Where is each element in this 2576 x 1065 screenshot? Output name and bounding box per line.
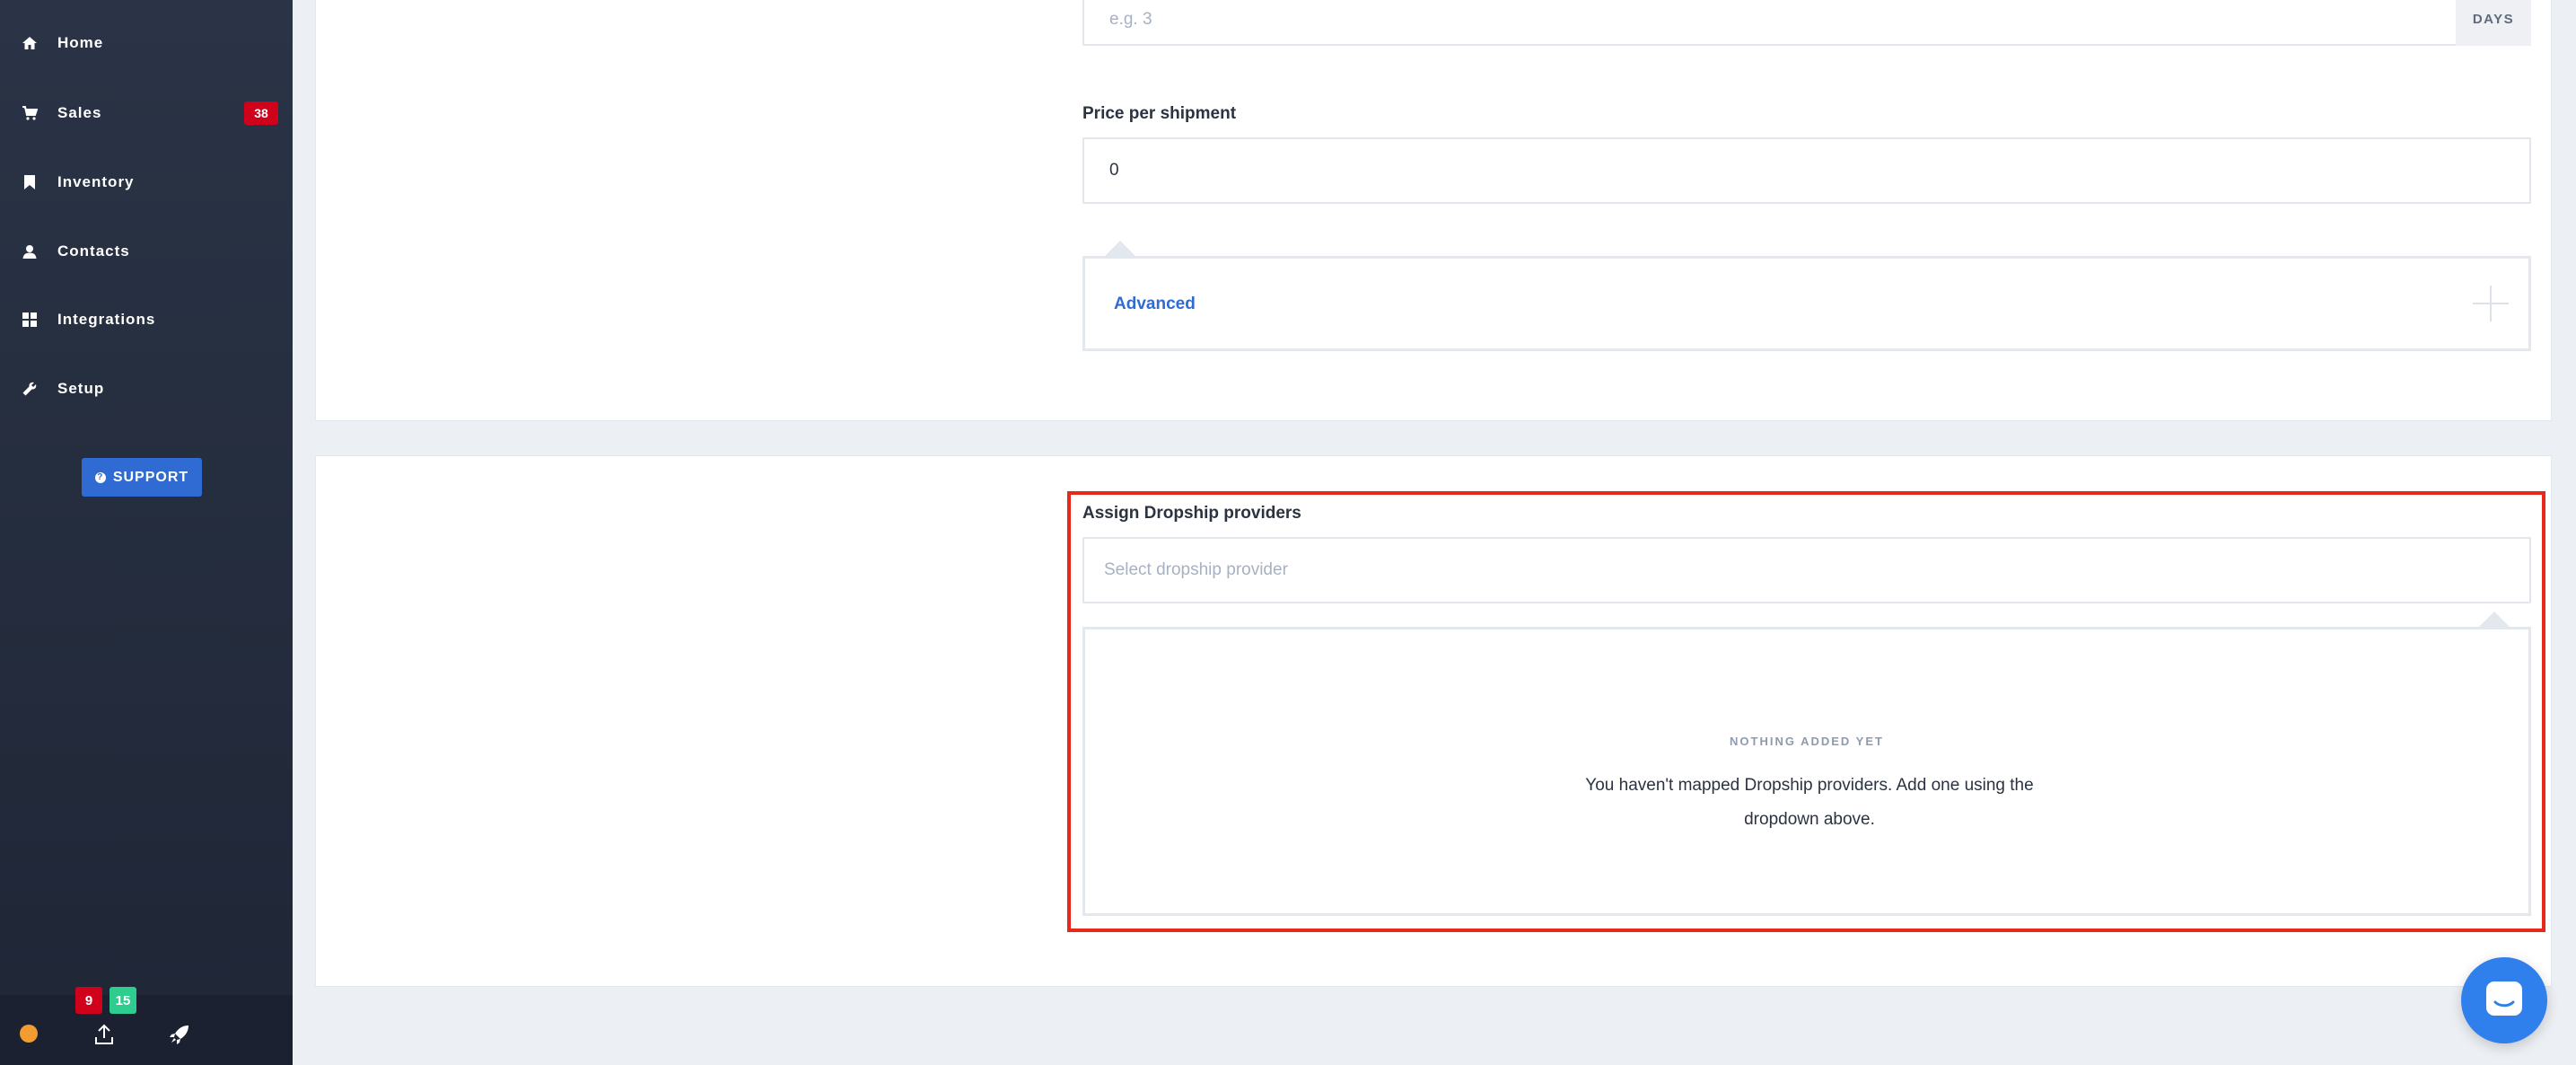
- upload-icon[interactable]: [92, 1023, 116, 1046]
- chat-launcher-button[interactable]: [2461, 957, 2547, 1043]
- rocket-icon[interactable]: [168, 1023, 191, 1046]
- price-per-shipment-label: Price per shipment: [1082, 104, 1237, 123]
- grid-icon: [20, 310, 39, 330]
- sidebar-item-label: Integrations: [57, 311, 156, 328]
- bookmark-icon: [20, 172, 39, 192]
- question-icon: ?: [94, 471, 106, 483]
- lead-time-input[interactable]: e.g. 3: [1082, 0, 2458, 46]
- sidebar-item-label: Setup: [57, 380, 105, 397]
- sidebar-item-label: Sales: [57, 104, 102, 121]
- sidebar-item-sales[interactable]: Sales 38: [0, 86, 293, 140]
- home-icon: [20, 33, 39, 53]
- days-addon: DAYS: [2456, 0, 2531, 46]
- sidebar-item-label: Contacts: [57, 242, 130, 260]
- cart-icon: [20, 103, 39, 123]
- advanced-toggle[interactable]: Advanced: [1082, 256, 2531, 351]
- shipping-settings-card: [315, 0, 2552, 421]
- sidebar-item-inventory[interactable]: Inventory: [0, 155, 293, 209]
- empty-state-title: NOTHING ADDED YET: [1730, 735, 1884, 748]
- chat-icon: [2484, 979, 2525, 1023]
- sidebar-item-label: Inventory: [57, 173, 135, 190]
- price-per-shipment-input[interactable]: 0: [1082, 137, 2531, 204]
- sidebar-item-contacts[interactable]: Contacts: [0, 224, 293, 278]
- user-icon: [20, 242, 39, 261]
- empty-state-message: You haven't mapped Dropship providers. A…: [1585, 776, 2034, 829]
- plus-icon: [2473, 286, 2509, 321]
- wrench-icon: [20, 379, 39, 399]
- notification-badge-green: 15: [110, 987, 136, 1014]
- dropship-empty-state: NOTHING ADDED YET You haven't mapped Dro…: [1082, 627, 2531, 916]
- support-button[interactable]: ? SUPPORT: [82, 458, 202, 497]
- sidebar-item-setup[interactable]: Setup: [0, 362, 293, 416]
- status-indicator[interactable]: [20, 1025, 38, 1043]
- support-button-label: SUPPORT: [112, 469, 189, 485]
- sidebar-item-integrations[interactable]: Integrations: [0, 293, 293, 347]
- advanced-caret: [1105, 241, 1135, 256]
- dropship-provider-select[interactable]: Select dropship provider: [1082, 537, 2531, 603]
- notification-badge-red: 9: [75, 987, 102, 1014]
- sidebar-footer: [0, 995, 293, 1065]
- dropship-providers-label: Assign Dropship providers: [1082, 504, 1301, 523]
- dropship-caret: [2479, 612, 2510, 627]
- advanced-label: Advanced: [1114, 295, 1196, 313]
- sidebar-item-label: Home: [57, 34, 104, 51]
- sidebar-item-home[interactable]: Home: [0, 16, 293, 70]
- sales-count-badge: 38: [244, 101, 278, 125]
- sidebar: Home Sales 38 Inventory Contacts Integra…: [0, 0, 293, 1065]
